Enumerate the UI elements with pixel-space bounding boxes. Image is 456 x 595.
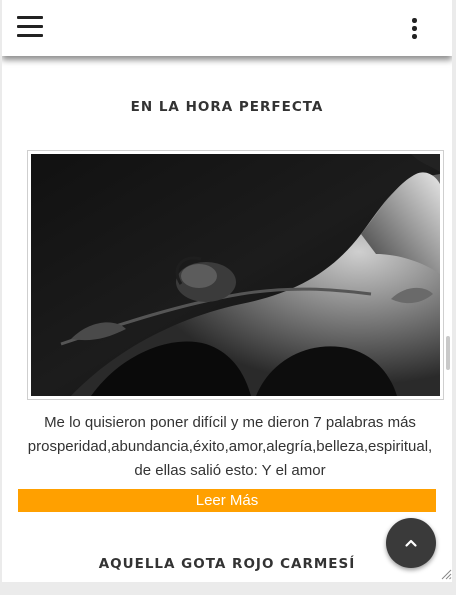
page: EN LA HORA PERFECTA Me lo quisieron pone…: [2, 0, 452, 582]
excerpt-line: de ellas salió esto: Y el amor: [134, 462, 326, 479]
vertical-dots-icon[interactable]: [406, 15, 422, 41]
read-more-button[interactable]: Leer Más: [18, 489, 436, 512]
back-to-top-button[interactable]: [386, 518, 436, 568]
top-app-bar: [2, 0, 452, 56]
scrollbar-thumb[interactable]: [446, 336, 450, 370]
photo-rose-on-body: [31, 154, 440, 396]
hamburger-menu-icon[interactable]: [17, 16, 43, 38]
post-title[interactable]: EN LA HORA PERFECTA: [2, 99, 452, 115]
excerpt-line: prosperidad,abundancia,éxito,amor,alegrí…: [27, 438, 433, 455]
chevron-up-icon: [405, 539, 417, 547]
post-image[interactable]: [27, 150, 444, 400]
excerpt-line: Me lo quisieron poner difícil y me diero…: [44, 414, 416, 431]
post-excerpt: Me lo quisieron poner difícil y me diero…: [12, 411, 448, 483]
next-post-title[interactable]: AQUELLA GOTA ROJO CARMESÍ: [2, 556, 452, 572]
resize-grip-icon[interactable]: [440, 568, 452, 580]
